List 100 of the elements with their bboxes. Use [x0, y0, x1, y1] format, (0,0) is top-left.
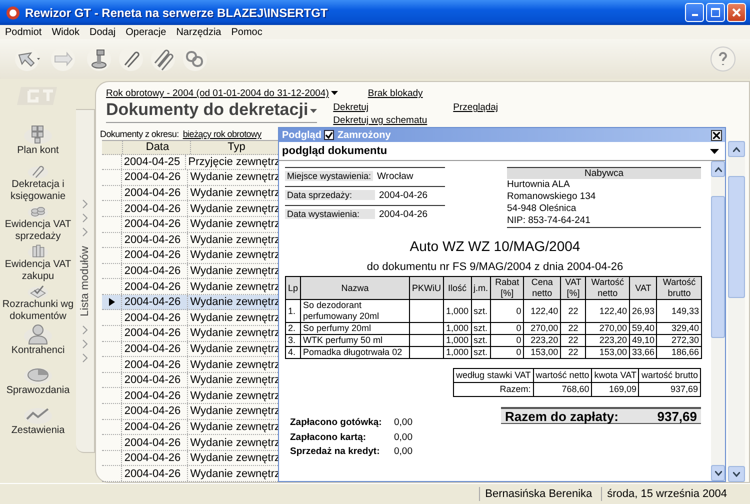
table-cell-text: Wydanie zewnętrz: [189, 468, 280, 480]
table-cell-text: Wydanie zewnętrz: [189, 312, 280, 324]
menu-item[interactable]: Podmiot: [5, 26, 42, 38]
page-title-dropdown[interactable]: Dokumenty do dekretacji: [106, 100, 318, 123]
column-header[interactable]: Data: [123, 140, 191, 154]
module-button[interactable]: Kontrahenci: [1, 323, 75, 363]
menu-item[interactable]: Dodaj: [89, 26, 116, 38]
table-cell-text: Wydanie zewnętrz: [189, 452, 280, 464]
action-link[interactable]: Dekretuj wg schematu: [333, 114, 428, 127]
table-cell: 149,33: [656, 300, 702, 322]
table-cell: szt.: [471, 334, 491, 346]
table-cell: [410, 346, 444, 358]
table-cell: 2004-04-26: [122, 372, 188, 388]
buyer-line: 54-948 Oleśnica: [507, 203, 578, 215]
total-value: 937,69: [657, 408, 697, 424]
frozen-checkbox[interactable]: [324, 130, 334, 140]
window-title: Rewizor GT - Reneta na serwerze BLAZEJ\INSERTGT: [25, 6, 328, 20]
column-header: według stawki VAT: [454, 368, 534, 382]
panel-title: Podgląd: [282, 130, 322, 140]
column-header: Lp: [286, 276, 301, 300]
table-cell-text: Wydanie zewnętrz: [189, 405, 280, 418]
chevrons-icon: [82, 198, 88, 238]
period-link[interactable]: bieżący rok obrotowy: [182, 129, 262, 140]
close-icon: [732, 8, 741, 17]
table-cell-text: Wydanie zewnętrz: [189, 234, 280, 246]
status-text: Bernasińska Berenika: [479, 487, 598, 501]
table-cell: 2004-04-26: [122, 201, 188, 216]
help-button[interactable]: [710, 46, 736, 72]
table-cell: 2004-04-26: [122, 342, 188, 356]
table-cell: [410, 322, 444, 334]
table-cell: 270,00: [524, 322, 561, 334]
column-header[interactable]: Typ: [191, 141, 280, 154]
table-cell: 122,40: [524, 300, 561, 322]
module-button[interactable]: Ewidencja VAT sprzedaży: [1, 203, 75, 243]
column-header: Cena netto: [524, 276, 561, 300]
column-header: Wartość brutto: [656, 276, 702, 300]
maximize-button[interactable]: [706, 3, 725, 22]
lock-status-link[interactable]: Brak blokady: [368, 88, 423, 99]
table-cell: 122,40: [586, 300, 630, 322]
frozen-label: Zamrożony: [337, 130, 391, 140]
fiscal-year-dropdown[interactable]: Rok obrotowy - 2004 (od 01-01-2004 do 31-12-2004): [106, 88, 338, 99]
module-button[interactable]: Rozrachunki wg dokumentów: [1, 283, 75, 323]
module-button[interactable]: Dekretacja i księgowanie: [1, 163, 75, 203]
view-dropdown[interactable]: podgląd dokumentu: [279, 142, 725, 161]
field-label: Data wystawienia:: [285, 209, 375, 219]
table-cell: 937,69: [638, 382, 700, 396]
column-header: Wartość netto: [586, 276, 630, 300]
buyer-line: Romanowskiego 134: [507, 191, 597, 203]
table-cell: 2004-04-26: [122, 357, 188, 372]
column-header: j.m.: [471, 276, 491, 300]
row-pointer-icon: [108, 298, 115, 306]
help-icon: [710, 46, 736, 72]
table-cell: 2004-04-26: [122, 388, 188, 404]
table-cell: So perfumy 20ml: [300, 322, 410, 334]
panel-close-button[interactable]: [711, 130, 722, 140]
scrollbar[interactable]: [728, 141, 745, 482]
table-cell: 2004-04-26: [122, 404, 188, 419]
status-text: środa, 15 września 2004: [601, 487, 732, 501]
table-cell: 169,09: [592, 382, 639, 396]
module-button[interactable]: Ewidencja VAT zakupu: [1, 243, 75, 283]
table-cell: 1.: [286, 300, 301, 322]
scrollbar[interactable]: [711, 161, 725, 481]
action-link[interactable]: Przeglądaj: [453, 101, 498, 114]
table-cell-text: Wydanie zewnętrz: [189, 390, 280, 402]
table-cell-text: Wydanie zewnętrz: [189, 264, 280, 277]
menu-item[interactable]: Widok: [52, 26, 80, 38]
module-button[interactable]: Zestawienia: [1, 403, 75, 443]
table-cell: 22: [560, 300, 586, 322]
table-cell: 0: [490, 346, 524, 358]
minimize-icon: [692, 14, 698, 16]
buyer-heading: Nabywca: [507, 168, 701, 179]
table-row[interactable]: 2004-04-26 Wydanie zewnętrz: [102, 294, 280, 310]
table-cell-text: Wydanie zewnętrz: [189, 436, 280, 449]
table-cell: 153,00: [586, 346, 630, 358]
column-header: PKWiU: [410, 276, 444, 300]
table-cell-text: Wydanie zewnętrz: [189, 342, 280, 355]
table-cell: Pomadka długotrwała 02: [300, 346, 410, 358]
menu-item[interactable]: Narzędzia: [176, 26, 222, 38]
table-cell: 0: [490, 300, 524, 322]
close-button[interactable]: [727, 3, 746, 22]
maximize-icon: [711, 8, 720, 17]
module-button[interactable]: Plan kont: [1, 123, 75, 163]
payment-value: 0,00: [394, 446, 412, 459]
table-cell: Razem:: [454, 382, 534, 396]
grid-module-icon: [23, 123, 53, 145]
table-cell: 270,00: [586, 322, 630, 334]
menu-item[interactable]: Operacje: [126, 26, 166, 38]
field-value: Wrocław: [376, 170, 414, 182]
menu-item[interactable]: Pomoc: [231, 26, 262, 38]
table-cell: 2004-04-26: [122, 310, 188, 326]
table-cell-text: Wydanie zewnętrz: [189, 296, 280, 308]
table-cell: szt.: [471, 346, 491, 358]
table-cell-text: Wydanie zewnętrz: [189, 420, 280, 433]
table-cell: 2004-04-26: [122, 216, 188, 232]
minimize-button[interactable]: [685, 3, 704, 22]
column-header: VAT: [629, 276, 657, 300]
action-link[interactable]: Dekretuj: [333, 101, 428, 114]
module-button[interactable]: Sprawozdania: [1, 363, 75, 403]
table-cell: 223,20: [524, 334, 561, 346]
module-list-tab[interactable]: Lista modułów: [76, 109, 95, 453]
